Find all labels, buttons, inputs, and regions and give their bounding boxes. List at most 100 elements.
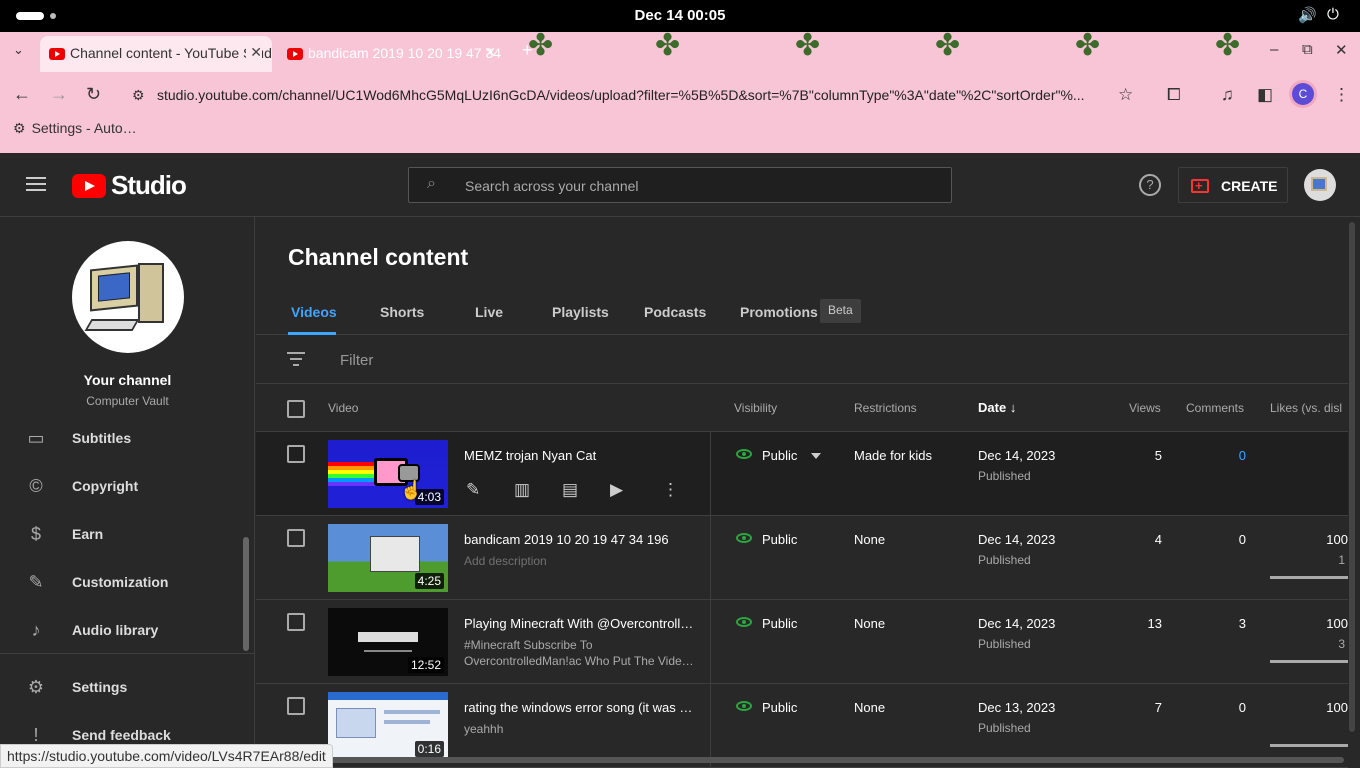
- restrictions-value: None: [854, 700, 886, 715]
- youtube-view-icon[interactable]: ▶: [610, 480, 623, 500]
- table-row[interactable]: 4:25 bandicam 2019 10 20 19 47 34 196 Ad…: [256, 516, 1348, 600]
- sidebar-item-customization[interactable]: ✎ Customization: [0, 559, 245, 607]
- minimize-icon[interactable]: –: [1270, 41, 1278, 58]
- video-title[interactable]: MEMZ trojan Nyan Cat: [464, 448, 696, 463]
- create-button[interactable]: CREATE: [1178, 167, 1288, 203]
- table-row[interactable]: 4:03 MEMZ trojan Nyan Cat ✎ ▥ ▤ ▶ ⋮ Publ…: [256, 432, 1348, 516]
- tab-promotions[interactable]: Promotions: [740, 304, 818, 320]
- column-views[interactable]: Views: [1129, 401, 1161, 415]
- views-value: 4: [1154, 532, 1162, 547]
- analytics-icon[interactable]: ▥: [514, 480, 530, 500]
- video-thumbnail[interactable]: 4:25: [328, 524, 448, 592]
- hand-cursor-icon: ☝: [400, 480, 423, 500]
- tab-shorts[interactable]: Shorts: [380, 304, 424, 320]
- bookmark-star-icon[interactable]: ☆: [1118, 85, 1133, 105]
- system-clock[interactable]: Dec 14 00:05: [0, 7, 1360, 24]
- table-row[interactable]: 12:52 Playing Minecraft With @Overcontro…: [256, 600, 1348, 684]
- tab-videos[interactable]: Videos: [291, 304, 337, 320]
- column-restrictions[interactable]: Restrictions: [854, 401, 917, 415]
- visibility-value[interactable]: Public: [762, 616, 797, 631]
- video-title[interactable]: bandicam 2019 10 20 19 47 34 196: [464, 532, 696, 547]
- row-checkbox[interactable]: [287, 529, 305, 547]
- sidebar-item-audio-library[interactable]: ♪ Audio library: [0, 607, 245, 655]
- tab-bandicam[interactable]: bandicam 2019 10 20 19 47 34 196 ✕: [278, 36, 506, 72]
- video-title[interactable]: rating the windows error song (it was …: [464, 700, 696, 715]
- sidebar-scrollbar[interactable]: [243, 537, 249, 651]
- back-icon[interactable]: ←: [13, 84, 31, 105]
- close-tab-icon[interactable]: ✕: [484, 44, 496, 61]
- visibility-value[interactable]: Public: [762, 532, 797, 547]
- column-likes[interactable]: Likes (vs. disl: [1270, 401, 1342, 415]
- menu-icon[interactable]: [26, 177, 46, 191]
- table-row[interactable]: 0:16 rating the windows error song (it w…: [256, 684, 1348, 768]
- profile-avatar[interactable]: C: [1292, 83, 1314, 105]
- comments-value: 0: [1238, 532, 1246, 547]
- tab-podcasts[interactable]: Podcasts: [644, 304, 706, 320]
- side-panel-icon[interactable]: ◧: [1257, 85, 1273, 105]
- video-thumbnail[interactable]: 0:16: [328, 692, 448, 760]
- column-date[interactable]: Date ↓: [978, 400, 1016, 415]
- likes-value: 100: [1326, 532, 1348, 547]
- comments-value[interactable]: 0: [1186, 448, 1246, 463]
- filter-icon[interactable]: [287, 352, 305, 366]
- row-checkbox[interactable]: [287, 613, 305, 631]
- leaf-decoration-icon: ✤: [935, 29, 961, 62]
- row-checkbox[interactable]: [287, 445, 305, 463]
- select-all-checkbox[interactable]: [287, 400, 305, 418]
- maximize-icon[interactable]: ⧉: [1302, 41, 1313, 58]
- tab-search-chevron-icon[interactable]: ⌄: [13, 42, 24, 58]
- reload-icon[interactable]: ↻: [86, 84, 101, 105]
- video-description[interactable]: #Minecraft Subscribe To OvercontrolledMa…: [464, 637, 696, 669]
- eye-icon: [736, 701, 752, 711]
- volume-icon[interactable]: 🔊: [1298, 6, 1317, 24]
- tab-channel-content[interactable]: Channel content - YouTube Studio ✕: [40, 36, 272, 72]
- studio-logo-text[interactable]: Studio: [111, 170, 187, 201]
- row-checkbox[interactable]: [287, 697, 305, 715]
- visibility-value[interactable]: Public: [762, 700, 797, 715]
- power-icon[interactable]: ⏻: [1327, 6, 1339, 23]
- create-video-icon: [1191, 178, 1209, 193]
- bookmark-settings[interactable]: Settings - Auto…: [32, 120, 137, 136]
- forward-icon[interactable]: →: [50, 84, 68, 105]
- tab-live[interactable]: Live: [475, 304, 503, 320]
- video-description[interactable]: Add description: [464, 553, 696, 569]
- channel-handle: Computer Vault: [86, 394, 169, 408]
- account-avatar[interactable]: [1304, 169, 1336, 201]
- video-thumbnail[interactable]: 4:03: [328, 440, 448, 508]
- sidebar-item-subtitles[interactable]: ▭ Subtitles: [0, 415, 245, 463]
- help-icon[interactable]: ?: [1139, 174, 1161, 196]
- column-comments[interactable]: Comments: [1186, 401, 1244, 415]
- tab-playlists[interactable]: Playlists: [552, 304, 609, 320]
- channel-avatar[interactable]: [72, 241, 184, 353]
- video-thumbnail[interactable]: 12:52: [328, 608, 448, 676]
- media-control-icon[interactable]: ♫: [1221, 85, 1234, 105]
- browser-menu-icon[interactable]: ⋮: [1333, 85, 1350, 105]
- close-tab-icon[interactable]: ✕: [246, 44, 262, 61]
- new-tab-icon[interactable]: +: [522, 40, 533, 61]
- video-description[interactable]: yeahhh: [464, 721, 696, 737]
- visibility-dropdown[interactable]: Public: [762, 448, 797, 463]
- dropdown-caret-icon[interactable]: [811, 453, 821, 459]
- filter-input[interactable]: Filter: [340, 352, 373, 369]
- close-window-icon[interactable]: ✕: [1335, 41, 1348, 59]
- horizontal-scrollbar[interactable]: [258, 757, 1344, 763]
- main-scrollbar[interactable]: [1349, 222, 1355, 732]
- search-box[interactable]: ⌕ Search across your channel: [408, 167, 952, 203]
- date-value: Dec 14, 2023: [978, 616, 1056, 631]
- address-bar[interactable]: ⚙ studio.youtube.com/channel/UC1Wod6MhcG…: [122, 79, 1222, 111]
- column-visibility[interactable]: Visibility: [734, 401, 777, 415]
- restrictions-value: None: [854, 532, 886, 547]
- likes-value: 100: [1326, 700, 1348, 715]
- search-input[interactable]: Search across your channel: [465, 178, 639, 194]
- extensions-icon[interactable]: ⧠: [1167, 85, 1181, 105]
- views-value: 13: [1147, 616, 1162, 631]
- youtube-logo-icon[interactable]: [72, 174, 106, 198]
- comments-icon[interactable]: ▤: [562, 480, 578, 500]
- sidebar-item-settings[interactable]: ⚙ Settings: [0, 664, 245, 712]
- video-title[interactable]: Playing Minecraft With @Overcontrolle…: [464, 616, 696, 631]
- sidebar-item-copyright[interactable]: © Copyright: [0, 463, 245, 511]
- more-options-icon[interactable]: ⋮: [662, 480, 679, 500]
- sidebar-item-earn[interactable]: $ Earn: [0, 511, 245, 559]
- edit-pencil-icon[interactable]: ✎: [466, 480, 480, 500]
- site-settings-icon[interactable]: ⚙: [132, 87, 145, 104]
